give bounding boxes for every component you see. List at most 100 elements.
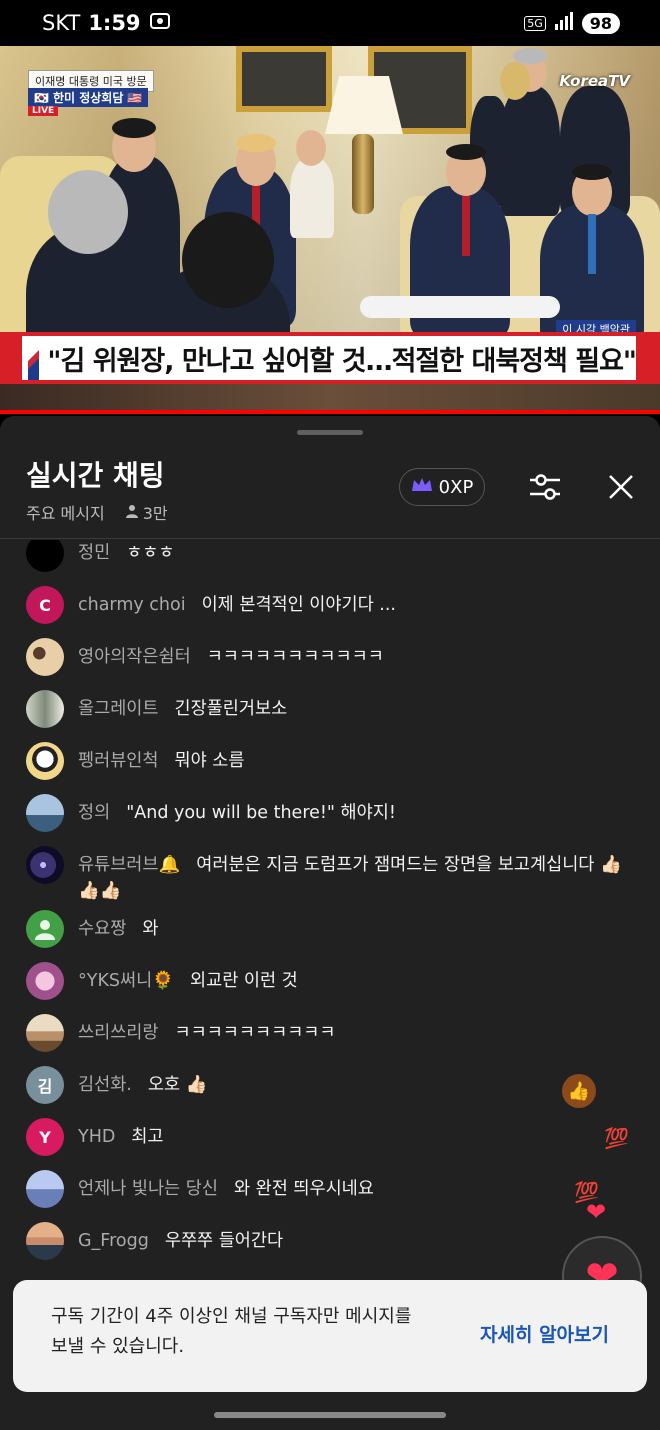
avatar[interactable]	[26, 1170, 64, 1208]
video-person-head	[296, 130, 326, 166]
chat-header: 실시간 채팅 주요 메시지 3만 0XP	[0, 446, 660, 536]
status-bar: SKT 1:59 5G 98	[0, 0, 660, 46]
message-text: 뭐야 소름	[174, 751, 245, 771]
message-author[interactable]: 김선화.	[78, 1075, 132, 1095]
avatar[interactable]	[26, 794, 64, 832]
news-topic-badge: 🇰🇷 한미 정상회담 🇺🇸	[28, 88, 149, 107]
avatar[interactable]: C	[26, 586, 64, 624]
video-person	[290, 158, 334, 238]
notice-text: 구독 기간이 4주 이상인 채널 구독자만 메시지를 보낼 수 있습니다.	[51, 1306, 412, 1357]
avatar[interactable]	[26, 846, 64, 884]
chat-message: 영아의작은쉼터 ㅋㅋㅋㅋㅋㅋㅋㅋㅋㅋㅋ	[26, 638, 636, 676]
avatar-initial: Y	[39, 1127, 51, 1147]
status-left: SKT 1:59	[42, 11, 171, 36]
message-author[interactable]: °YKS써니🌻	[78, 971, 174, 991]
message-author[interactable]: 정민	[78, 543, 110, 563]
avatar[interactable]: Y	[26, 1118, 64, 1156]
chat-message: 유튜브러브🔔 여러분은 지금 도럼프가 잼며드는 장면을 보고계십니다 👍🏻👍🏻👍…	[26, 846, 636, 904]
wall-painting	[236, 46, 332, 112]
crown-icon	[411, 477, 433, 498]
message-author[interactable]: charmy choi	[78, 595, 186, 615]
chat-subheader: 주요 메시지 3만	[26, 500, 168, 524]
video-person-tie	[588, 214, 596, 274]
message-author[interactable]: 쓰리쓰리랑	[78, 1023, 159, 1043]
avatar[interactable]	[26, 638, 64, 676]
status-right: 5G 98	[524, 12, 620, 34]
chat-message: 올그레이트 긴장풀린거보소	[26, 690, 636, 728]
message-author[interactable]: G_Frogg	[78, 1231, 149, 1251]
chat-message: 펭러뷰인척 뭐야 소름	[26, 742, 636, 780]
chat-message: 언제나 빛나는 당신 와 완전 띄우시네요	[26, 1170, 636, 1208]
close-icon[interactable]	[604, 470, 638, 504]
chat-message: 김 김선화. 오호 👍🏻	[26, 1066, 636, 1104]
video-lamp-base	[352, 134, 374, 214]
drag-handle[interactable]	[297, 430, 363, 435]
message-text: ㅎㅎㅎ	[126, 543, 175, 563]
chat-message: 정민 ㅎㅎㅎ	[26, 540, 636, 572]
message-text: 이제 본격적인 이야기다 ...	[201, 595, 396, 615]
message-text: 우쭈쭈 들어간다	[164, 1231, 284, 1251]
korea-flag-icon: 🇰🇷	[34, 90, 49, 105]
message-text: 최고	[131, 1127, 164, 1147]
video-person-head	[48, 170, 128, 254]
live-chat-panel: 실시간 채팅 주요 메시지 3만 0XP 정민 ㅎㅎㅎ C charmy cho…	[0, 416, 660, 1430]
message-text: 외교란 이런 것	[190, 971, 298, 991]
channel-logo: KoreaTV	[559, 72, 630, 90]
xp-label: 0XP	[438, 476, 474, 498]
learn-more-link[interactable]: 자세히 알아보기	[480, 1320, 609, 1347]
message-author[interactable]: 올그레이트	[78, 699, 159, 719]
header-divider	[0, 538, 660, 539]
chat-message-list[interactable]: 정민 ㅎㅎㅎ C charmy choi 이제 본격적인 이야기다 ... 영아의작…	[0, 540, 660, 1280]
video-player[interactable]: 이재명 대통령 미국 방문 🇰🇷 한미 정상회담 🇺🇸 LIVE KoreaTV…	[0, 46, 660, 414]
video-person-head	[500, 62, 530, 100]
viewer-count-label: 3만	[142, 504, 168, 523]
message-text: 와 완전 띄우시네요	[233, 1179, 374, 1199]
reaction-heart-icon: ❤	[586, 1198, 607, 1226]
message-author[interactable]: 정의	[78, 803, 110, 823]
home-indicator[interactable]	[214, 1412, 446, 1418]
message-text: 긴장풀린거보소	[174, 699, 288, 719]
battery-indicator: 98	[581, 12, 620, 34]
reaction-thumbs-up-icon: 👍	[562, 1074, 596, 1108]
avatar[interactable]	[26, 910, 64, 948]
network-indicator: 5G	[524, 15, 546, 31]
settings-sliders-icon[interactable]	[526, 468, 564, 506]
xp-button[interactable]: 0XP	[399, 468, 485, 506]
avatar[interactable]: 김	[26, 1066, 64, 1104]
message-author[interactable]: 펭러뷰인척	[78, 751, 159, 771]
video-person-tie	[462, 196, 470, 256]
message-text: ㅋㅋㅋㅋㅋㅋㅋㅋㅋㅋㅋ	[206, 647, 384, 667]
headline-text: "김 위원장, 만나고 싶어할 것…적절한 대북정책 필요"	[47, 345, 637, 377]
chat-message: C charmy choi 이제 본격적인 이야기다 ...	[26, 586, 636, 624]
avatar[interactable]	[26, 540, 64, 572]
avatar[interactable]	[26, 962, 64, 1000]
chat-message: °YKS써니🌻 외교란 이런 것	[26, 962, 636, 1000]
avatar[interactable]	[26, 742, 64, 780]
default-avatar-icon	[35, 920, 55, 940]
chat-mode-selector[interactable]: 주요 메시지	[26, 500, 105, 524]
flags-icon	[28, 336, 40, 380]
chat-message: 수요짱 와	[26, 910, 636, 948]
message-author[interactable]: 영아의작은쉼터	[78, 647, 191, 667]
message-author[interactable]: 언제나 빛나는 당신	[78, 1179, 218, 1199]
viewer-count: 3만	[125, 500, 168, 524]
chat-message: Y YHD 최고	[26, 1118, 636, 1156]
message-text: 오호 👍🏻	[147, 1075, 208, 1095]
avatar[interactable]	[26, 690, 64, 728]
person-icon	[125, 503, 139, 522]
message-text: ㅋㅋㅋㅋㅋㅋㅋㅋㅋㅋ	[174, 1023, 336, 1043]
avatar-initial: 김	[37, 1077, 53, 1096]
video-person-hair	[112, 118, 156, 138]
carrier-label: SKT	[42, 11, 81, 35]
avatar[interactable]	[26, 1014, 64, 1052]
message-author[interactable]: 수요짱	[78, 919, 126, 939]
signal-icon	[554, 12, 574, 34]
message-text: 와	[142, 919, 159, 939]
video-progress-bar[interactable]	[0, 410, 660, 414]
video-model-plane	[360, 296, 560, 318]
screen-record-icon	[149, 11, 171, 36]
us-flag-icon: 🇺🇸	[127, 90, 143, 105]
message-author[interactable]: YHD	[78, 1127, 115, 1147]
avatar[interactable]	[26, 1222, 64, 1260]
message-author[interactable]: 유튜브러브🔔	[78, 855, 180, 875]
